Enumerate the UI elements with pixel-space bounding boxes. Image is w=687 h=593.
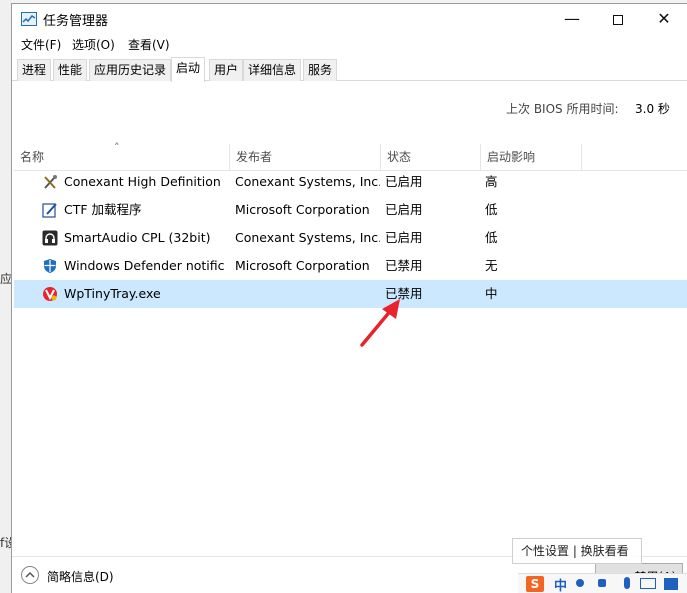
- tab-startup[interactable]: 启动: [171, 57, 206, 82]
- row-publisher: Conexant Systems, Inc.: [235, 230, 380, 245]
- emoji-icon[interactable]: [598, 579, 606, 587]
- row-impact: 无: [485, 258, 498, 273]
- table-row[interactable]: Windows Defender notific... Microsoft Co…: [14, 252, 687, 280]
- row-name: Conexant High Definition ...: [64, 174, 224, 189]
- row-status: 已禁用: [385, 258, 423, 273]
- row-impact: 中: [485, 286, 498, 301]
- maximize-button[interactable]: [595, 4, 641, 34]
- row-name: Windows Defender notific...: [64, 258, 224, 273]
- row-impact: 低: [485, 202, 498, 217]
- table-header: ˄ 名称 发布者 状态 启动影响: [14, 141, 687, 171]
- sogou-logo-icon[interactable]: S: [526, 576, 544, 592]
- row-status: 已启用: [385, 230, 423, 245]
- row-status: 已启用: [385, 174, 423, 189]
- row-impact: 低: [485, 230, 498, 245]
- smartaudio-headset-icon: [42, 230, 58, 246]
- maximize-icon: [613, 14, 623, 25]
- row-publisher: Microsoft Corporation: [235, 202, 370, 217]
- row-name: CTF 加载程序: [64, 202, 142, 217]
- table-row[interactable]: CTF 加载程序 Microsoft Corporation 已启用 低: [14, 196, 687, 224]
- tab-bar: 进程 性能 应用历史记录 启动 用户 详细信息 服务: [12, 57, 687, 82]
- tab-services[interactable]: 服务: [303, 59, 338, 81]
- task-manager-window: 任务管理器 — ✕ 文件(F) 选项(O) 查看(V) 进程 性能 应用历史记录…: [11, 3, 687, 593]
- table-row[interactable]: SmartAudio CPL (32bit) Conexant Systems,…: [14, 224, 687, 252]
- table-row[interactable]: Conexant High Definition ... Conexant Sy…: [14, 168, 687, 196]
- ime-toolbar: S 中: [518, 573, 687, 593]
- skin-settings-popup[interactable]: 个性设置 | 换肤看看: [512, 538, 642, 564]
- column-header-name[interactable]: 名称: [14, 144, 229, 171]
- column-header-publisher[interactable]: 发布者: [230, 144, 380, 171]
- tab-users[interactable]: 用户: [209, 59, 244, 81]
- ctf-pen-icon: [42, 203, 57, 218]
- conexant-tools-icon: [44, 175, 57, 189]
- column-header-startup-impact[interactable]: 启动影响: [481, 144, 581, 171]
- menu-options[interactable]: 选项(O): [72, 36, 115, 53]
- table-row-selected[interactable]: WpTinyTray.exe 已禁用 中: [14, 280, 687, 308]
- tab-processes[interactable]: 进程: [17, 59, 52, 81]
- windows-defender-shield-icon: [44, 259, 56, 273]
- menu-file[interactable]: 文件(F): [21, 36, 61, 53]
- row-impact: 高: [485, 174, 498, 189]
- ime-language-toggle[interactable]: 中: [554, 575, 567, 593]
- tab-app-history[interactable]: 应用历史记录: [89, 59, 172, 81]
- close-button[interactable]: ✕: [641, 4, 687, 34]
- row-name: SmartAudio CPL (32bit): [64, 230, 211, 245]
- minimize-button[interactable]: —: [549, 4, 595, 34]
- window-title: 任务管理器: [43, 14, 109, 29]
- menu-bar: 文件(F) 选项(O) 查看(V): [12, 35, 687, 55]
- skin-icon[interactable]: [664, 578, 678, 590]
- row-name: WpTinyTray.exe: [64, 286, 161, 301]
- bios-time-label: 上次 BIOS 所用时间:: [506, 102, 619, 116]
- punctuation-icon[interactable]: [576, 579, 584, 587]
- tab-performance[interactable]: 性能: [53, 59, 88, 81]
- annotation-arrow-icon: [360, 299, 400, 347]
- title-bar[interactable]: 任务管理器 — ✕: [12, 4, 687, 34]
- task-manager-icon: [21, 12, 37, 26]
- row-publisher: Microsoft Corporation: [235, 258, 370, 273]
- column-header-status[interactable]: 状态: [381, 144, 480, 171]
- wptinytray-icon: [43, 287, 57, 301]
- chevron-up-icon[interactable]: [21, 566, 39, 584]
- tab-details[interactable]: 详细信息: [243, 59, 302, 81]
- fewer-details-link[interactable]: 简略信息(D): [47, 568, 114, 585]
- row-publisher: Conexant Systems, Inc.: [235, 174, 380, 189]
- microphone-icon[interactable]: [624, 577, 630, 589]
- column-divider[interactable]: [581, 144, 582, 171]
- menu-view[interactable]: 查看(V): [128, 36, 170, 53]
- keyboard-icon[interactable]: [640, 578, 656, 589]
- row-status: 已启用: [385, 202, 423, 217]
- bios-time-value: 3.0 秒: [635, 102, 670, 116]
